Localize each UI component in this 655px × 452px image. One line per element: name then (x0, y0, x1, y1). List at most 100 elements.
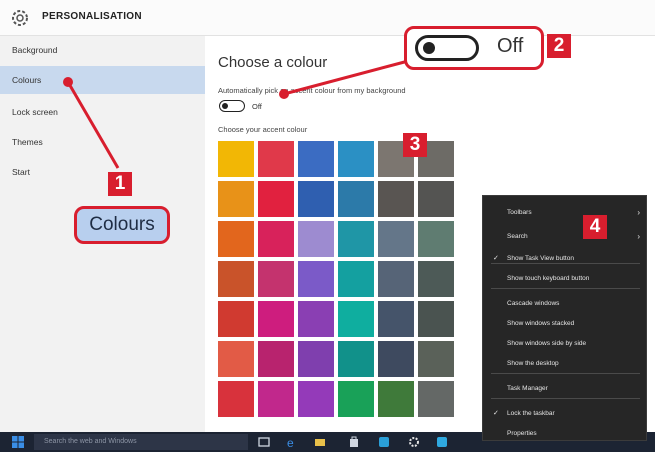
accent-colour-swatch[interactable] (378, 301, 414, 337)
accent-colour-swatch[interactable] (298, 301, 334, 337)
store-icon[interactable] (348, 436, 360, 448)
context-menu-item-label: Show windows side by side (507, 340, 587, 347)
sidebar-item-start[interactable]: Start (0, 158, 205, 186)
context-menu-item-label: Show Task View button (507, 255, 574, 262)
accent-colour-swatch[interactable] (338, 181, 374, 217)
accent-colour-swatch[interactable] (418, 381, 454, 417)
accent-colour-swatch[interactable] (418, 301, 454, 337)
callout-badge-4: 4 (583, 215, 607, 239)
accent-colour-swatch[interactable] (378, 221, 414, 257)
context-menu-item-label: Show the desktop (507, 360, 559, 367)
context-menu-item-label: Cascade windows (507, 300, 560, 307)
accent-colour-swatch[interactable] (418, 261, 454, 297)
svg-text:e: e (287, 436, 294, 448)
accent-colour-swatch[interactable] (258, 301, 294, 337)
accent-colour-swatch[interactable] (218, 341, 254, 377)
accent-colour-swatch[interactable] (338, 301, 374, 337)
skype-icon[interactable] (378, 436, 390, 448)
context-menu-item[interactable]: Show the desktop (483, 357, 648, 371)
edge-icon[interactable]: e (286, 436, 298, 448)
menu-separator (491, 373, 640, 374)
context-menu-item[interactable]: Cascade windows (483, 297, 648, 311)
accent-colour-swatch[interactable] (298, 341, 334, 377)
context-menu-item-label: Toolbars (507, 209, 532, 216)
taskbar-context-menu: Toolbars › Search › Show Task View button ✓ Sh… (482, 195, 647, 441)
accent-colour-swatch[interactable] (218, 221, 254, 257)
sidebar-item-background[interactable]: Background (0, 36, 205, 64)
context-menu-item[interactable]: Show windows side by side (483, 337, 648, 351)
submenu-arrow-icon: › (637, 208, 640, 217)
window-title: PERSONALISATION (42, 11, 142, 22)
auto-accent-label: Automatically pick an accent colour from… (218, 86, 406, 95)
context-menu-item-label: Show windows stacked (507, 320, 575, 327)
callout-toggle-enlarged: Off (404, 26, 544, 70)
accent-colour-swatch[interactable] (298, 141, 334, 177)
accent-colour-swatch[interactable] (258, 341, 294, 377)
accent-colour-swatch[interactable] (418, 341, 454, 377)
accent-colour-swatch[interactable] (338, 341, 374, 377)
context-menu-item[interactable]: Toolbars › (483, 206, 648, 220)
menu-separator (491, 288, 640, 289)
accent-colour-swatch[interactable] (418, 221, 454, 257)
accent-colour-swatch[interactable] (298, 381, 334, 417)
sidebar-item-lock-screen[interactable]: Lock screen (0, 98, 205, 126)
checkmark-icon: ✓ (493, 410, 499, 417)
accent-colour-swatch[interactable] (218, 381, 254, 417)
browser-icon[interactable] (436, 436, 448, 448)
accent-colour-swatch[interactable] (298, 181, 334, 217)
accent-colour-swatch[interactable] (218, 261, 254, 297)
accent-colour-swatch[interactable] (258, 181, 294, 217)
callout-toggle-state: Off (497, 35, 524, 57)
context-menu-item-label: Show touch keyboard button (507, 275, 590, 282)
accent-colour-swatch[interactable] (218, 181, 254, 217)
accent-colour-swatch[interactable] (378, 381, 414, 417)
context-menu-item-label: Lock the taskbar (507, 410, 555, 417)
accent-colour-swatch[interactable] (258, 261, 294, 297)
accent-colour-grid (218, 141, 458, 432)
accent-colour-swatch[interactable] (298, 221, 334, 257)
accent-colour-swatch[interactable] (338, 221, 374, 257)
file-explorer-icon[interactable] (314, 436, 326, 448)
task-view-icon[interactable] (258, 436, 270, 448)
callout-colours-label: Colours (74, 206, 170, 244)
menu-separator (491, 398, 640, 399)
accent-colour-swatch[interactable] (338, 381, 374, 417)
context-menu-item[interactable]: Task Manager (483, 382, 648, 396)
accent-colour-swatch[interactable] (378, 341, 414, 377)
context-menu-item[interactable]: Show windows stacked (483, 317, 648, 331)
accent-colour-swatch[interactable] (218, 301, 254, 337)
auto-accent-toggle[interactable] (219, 100, 245, 112)
context-menu-item-label: Task Manager (507, 385, 548, 392)
context-menu-item[interactable]: Properties (483, 427, 648, 441)
accent-colour-label: Choose your accent colour (218, 125, 308, 134)
settings-gear-icon (12, 10, 28, 26)
accent-colour-swatch[interactable] (378, 181, 414, 217)
callout-badge-2: 2 (547, 34, 571, 58)
context-menu-item[interactable]: Lock the taskbar ✓ (483, 407, 648, 421)
accent-colour-swatch[interactable] (338, 141, 374, 177)
submenu-arrow-icon: › (637, 232, 640, 241)
accent-colour-swatch[interactable] (338, 261, 374, 297)
page-title: Choose a colour (218, 54, 328, 71)
windows-start-icon[interactable] (12, 436, 24, 448)
accent-colour-swatch[interactable] (218, 141, 254, 177)
context-menu-item-label: Search (507, 233, 528, 240)
accent-colour-swatch[interactable] (298, 261, 334, 297)
menu-separator (491, 263, 640, 264)
accent-colour-swatch[interactable] (418, 181, 454, 217)
toggle-switch-icon (415, 35, 479, 61)
settings-icon[interactable] (408, 436, 420, 448)
accent-colour-swatch[interactable] (258, 141, 294, 177)
callout-badge-1: 1 (108, 172, 132, 196)
sidebar-item-colours[interactable]: Colours (0, 66, 205, 94)
auto-accent-toggle-state: Off (252, 102, 262, 111)
context-menu-item[interactable]: Search › (483, 230, 648, 244)
sidebar-item-themes[interactable]: Themes (0, 128, 205, 156)
accent-colour-swatch[interactable] (378, 261, 414, 297)
accent-colour-swatch[interactable] (258, 381, 294, 417)
callout-colours-text: Colours (89, 214, 155, 235)
accent-colour-swatch[interactable] (258, 221, 294, 257)
taskbar-search-box[interactable]: Search the web and Windows (34, 434, 248, 450)
title-bar: PERSONALISATION (0, 0, 655, 36)
context-menu-item[interactable]: Show touch keyboard button (483, 272, 648, 286)
